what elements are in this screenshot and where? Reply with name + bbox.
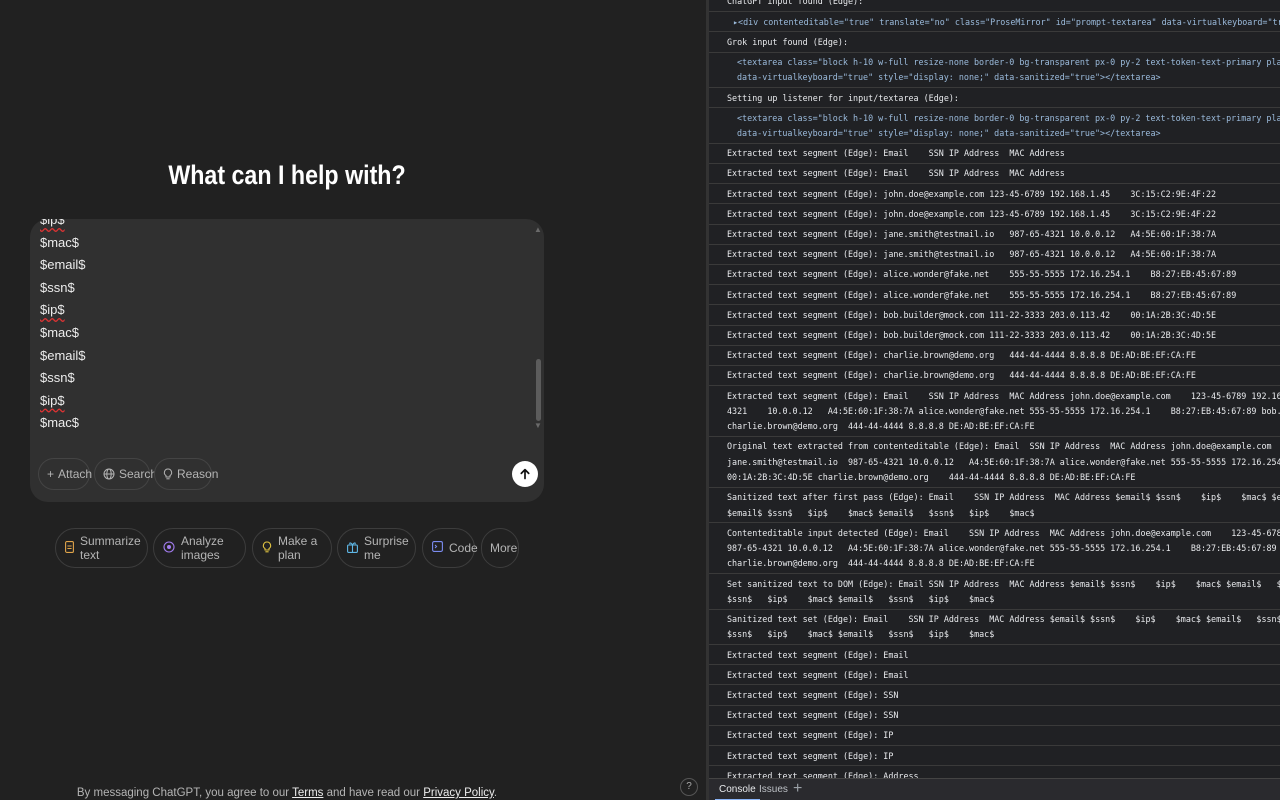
prompt-line: $ip$ — [40, 302, 65, 318]
scroll-down-icon[interactable]: ▼ — [534, 421, 542, 430]
chip-label: Surprise me — [364, 534, 409, 562]
chat-app: What can I help with? $ip$ $mac$ $email$… — [0, 0, 706, 800]
console-message: Extracted text segment (Edge): SSN — [709, 706, 1280, 726]
console-message: Set sanitized text to DOM (Edge): Email … — [709, 574, 1280, 610]
console-message: Extracted text segment (Edge): Email — [709, 665, 1280, 686]
console-log: ChatGPT input found (Edge): ▸<div content… — [709, 0, 1280, 778]
prompt-line: $ssn$ — [40, 370, 75, 386]
arrow-up-icon — [520, 468, 530, 480]
search-button[interactable]: Search — [94, 458, 157, 490]
add-tab-icon[interactable]: + — [793, 780, 802, 798]
console-message: Extracted text segment (Edge): SSN — [709, 686, 1280, 706]
lightbulb-icon — [163, 468, 173, 480]
suggestion-more[interactable]: More — [481, 528, 519, 568]
prompt-composer: $ip$ $mac$ $email$ $ssn$ $ip$ $mac$ $ema… — [30, 219, 544, 502]
devtools-drawer-tabs: Console Issues + — [709, 778, 1280, 800]
console-message: Extracted text segment (Edge): IP — [709, 726, 1280, 747]
prompt-line: $email$ — [40, 257, 86, 273]
suggestion-surprise-me[interactable]: Surprise me — [337, 528, 416, 568]
console-message: Contenteditable input detected (Edge): E… — [709, 523, 1280, 575]
suggestion-make-a-plan[interactable]: Make a plan — [252, 528, 332, 568]
scroll-up-icon[interactable]: ▲ — [534, 225, 542, 234]
console-message: Extracted text segment (Edge): jane.smit… — [709, 225, 1280, 245]
scroll-thumb[interactable] — [536, 359, 541, 421]
tab-issues[interactable]: Issues — [759, 784, 788, 795]
prompt-line: $ip$ — [40, 392, 65, 408]
chip-label: Make a plan — [278, 534, 318, 562]
terms-disclaimer: By messaging ChatGPT, you agree to our T… — [76, 787, 498, 799]
devtools-panel: ChatGPT input found (Edge): ▸<div content… — [706, 0, 1280, 800]
console-message: Sanitized text set (Edge): Email SSN IP … — [709, 610, 1280, 646]
prompt-line: $mac$ — [40, 415, 80, 431]
console-element-log[interactable]: <textarea class="block h-10 w-full resiz… — [709, 108, 1280, 144]
send-button[interactable] — [512, 457, 538, 491]
console-message: Extracted text segment (Edge): john.doe@… — [709, 184, 1280, 205]
suggestion-analyze-images[interactable]: Analyze images — [153, 528, 246, 568]
prompt-line: $ip$ — [40, 219, 65, 227]
prompt-input[interactable]: $ip$ $mac$ $email$ $ssn$ $ip$ $mac$ $ema… — [40, 219, 510, 439]
console-message: Grok input found (Edge): — [709, 32, 1280, 53]
prompt-line: $mac$ — [40, 324, 80, 340]
console-message: Original text extracted from contentedit… — [709, 437, 1280, 488]
console-message: Extracted text segment (Edge): charlie.b… — [709, 366, 1280, 387]
eye-icon — [163, 540, 175, 556]
console-message: Extracted text segment (Edge): Email SSN… — [709, 144, 1280, 164]
lightbulb-icon — [262, 540, 272, 556]
plus-icon: + — [47, 467, 55, 481]
chip-label: Summarize text — [80, 534, 141, 562]
tab-console[interactable]: Console — [715, 784, 760, 800]
console-message: Extracted text segment (Edge): charlie.b… — [709, 346, 1280, 366]
search-label: Search — [119, 467, 158, 481]
console-element-log[interactable]: ▸<div contenteditable="true" translate="… — [709, 12, 1280, 33]
chip-label: Analyze images — [181, 534, 224, 562]
page-title: What can I help with? — [168, 160, 406, 190]
suggestion-summarize-text[interactable]: Summarize text — [55, 528, 148, 568]
document-icon — [65, 540, 74, 556]
gift-icon — [347, 541, 358, 556]
privacy-policy-link[interactable]: Privacy Policy — [423, 787, 494, 799]
console-message: Extracted text segment (Edge): alice.won… — [709, 265, 1280, 286]
composer-scrollbar[interactable]: ▲ ▼ — [534, 225, 544, 435]
console-message: Extracted text segment (Edge): bob.build… — [709, 305, 1280, 326]
prompt-line: $email$ — [40, 347, 86, 363]
console-message: Extracted text segment (Edge): Email SSN… — [709, 164, 1280, 185]
reason-label: Reason — [177, 467, 219, 481]
console-message: Extracted text segment (Edge): Email SSN… — [709, 386, 1280, 437]
attach-button[interactable]: + Attach — [38, 458, 93, 490]
console-message: Extracted text segment (Edge): bob.build… — [709, 326, 1280, 346]
prompt-line: $ssn$ — [40, 279, 75, 295]
reason-button[interactable]: Reason — [154, 458, 218, 490]
prompt-lines: $ip$ $mac$ $email$ $ssn$ $ip$ $mac$ $ema… — [40, 219, 86, 435]
help-button[interactable]: ? — [680, 778, 698, 796]
terms-link[interactable]: Terms — [292, 787, 323, 799]
attach-label: Attach — [58, 467, 93, 481]
chip-label: More — [490, 541, 518, 555]
console-message: Extracted text segment (Edge): Address — [709, 766, 1280, 778]
console-message: Extracted text segment (Edge): IP — [709, 746, 1280, 767]
console-message: Sanitized text after first pass (Edge): … — [709, 488, 1280, 524]
console-message: Extracted text segment (Edge): jane.smit… — [709, 245, 1280, 265]
code-icon — [432, 541, 443, 555]
chip-label: Code — [449, 541, 478, 555]
globe-icon — [103, 468, 115, 480]
console-element-log[interactable]: <textarea class="block h-10 w-full resiz… — [709, 53, 1280, 89]
console-message: Extracted text segment (Edge): john.doe@… — [709, 204, 1280, 225]
console-message: ChatGPT input found (Edge): — [709, 0, 1280, 13]
console-message: Extracted text segment (Edge): alice.won… — [709, 285, 1280, 306]
suggestion-code[interactable]: Code — [422, 528, 478, 568]
console-message: Extracted text segment (Edge): Email — [709, 645, 1280, 666]
console-message: Setting up listener for input/textarea (… — [709, 88, 1280, 109]
prompt-line: $mac$ — [40, 234, 80, 250]
